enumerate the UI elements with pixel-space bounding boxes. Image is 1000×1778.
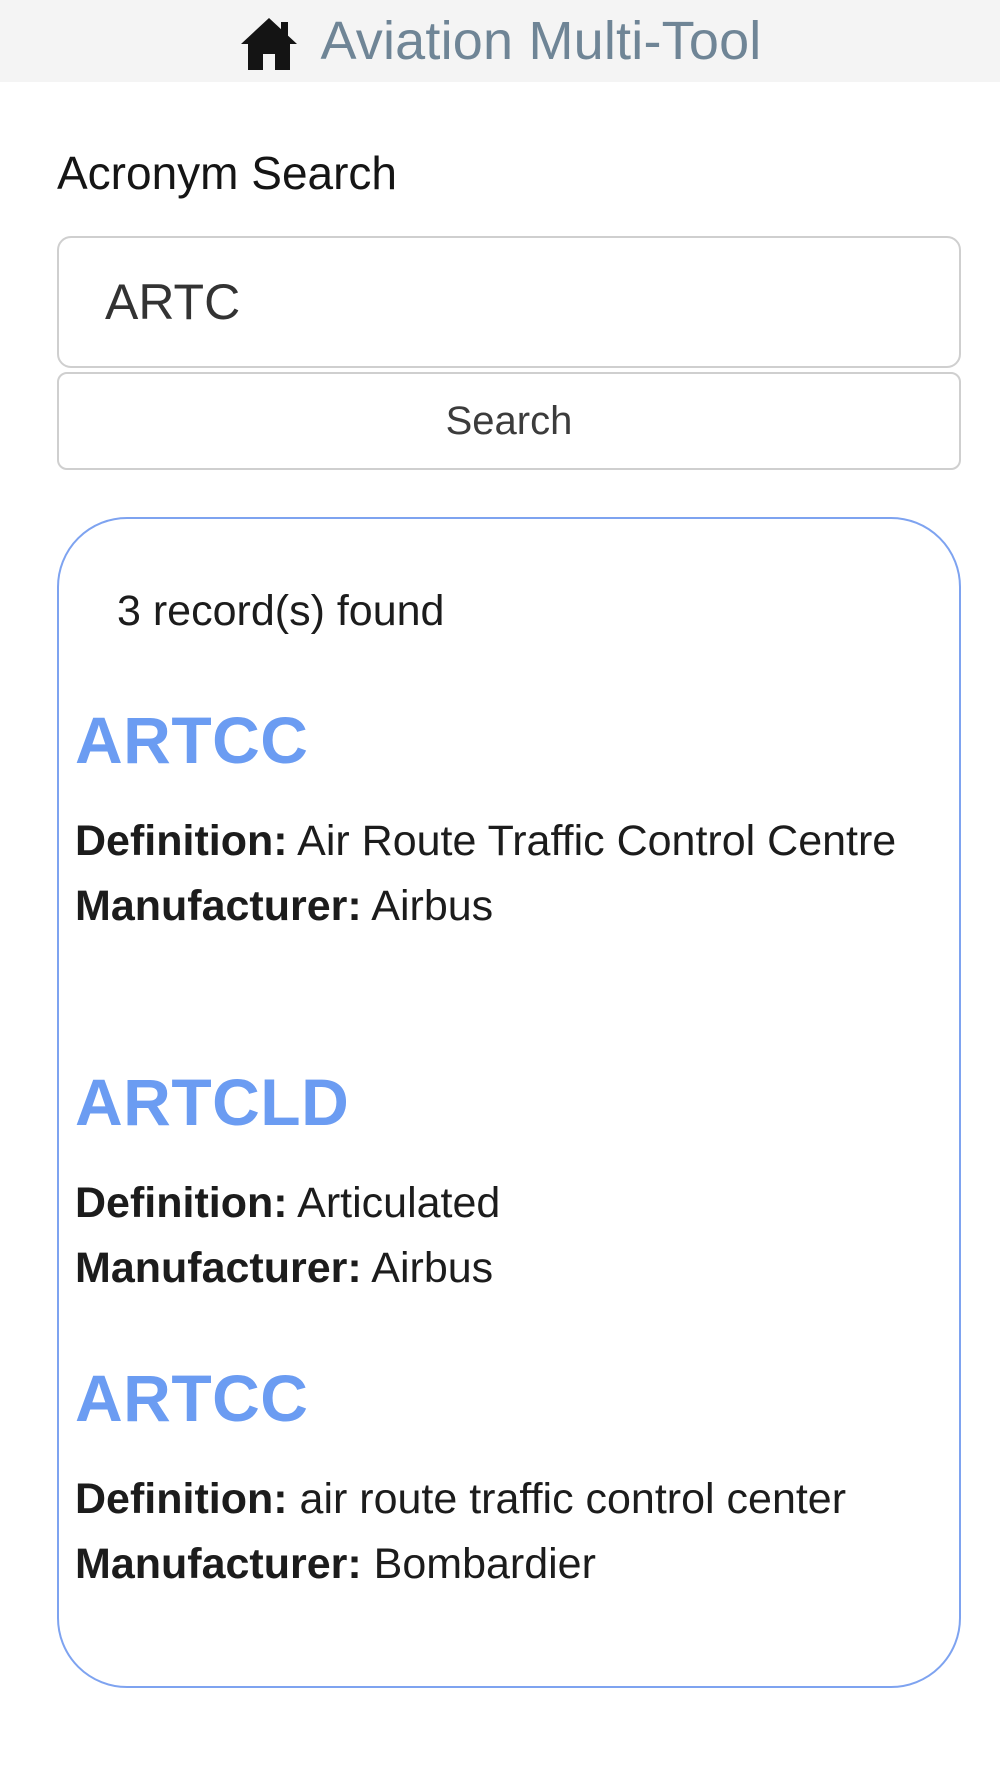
definition-label: Definition: [75,1179,288,1227]
manufacturer-label: Manufacturer: [75,1244,362,1292]
result-manufacturer: Manufacturer: Airbus [75,1236,935,1301]
result-manufacturer: Manufacturer: Bombardier [75,1532,935,1597]
manufacturer-value: Airbus [371,882,494,930]
search-button[interactable]: Search [57,372,961,470]
result-item: ARTCC Definition: Air Route Traffic Cont… [75,707,935,939]
definition-label: Definition: [75,1475,288,1523]
definition-label: Definition: [75,817,288,865]
acronym-search-input[interactable] [57,236,961,368]
result-definition: Definition: air route traffic control ce… [75,1467,935,1532]
result-definition: Definition: Articulated [75,1171,935,1236]
result-item: ARTCC Definition: air route traffic cont… [75,1365,935,1597]
definition-value: Articulated [297,1179,501,1227]
home-icon[interactable] [239,16,299,72]
manufacturer-label: Manufacturer: [75,1540,362,1588]
results-card: 3 record(s) found ARTCC Definition: Air … [57,517,961,1688]
app-header: Aviation Multi-Tool [0,0,1000,82]
result-acronym: ARTCC [75,1361,309,1435]
result-acronym: ARTCC [75,703,309,777]
definition-value: Air Route Traffic Control Centre [297,817,897,865]
app-title[interactable]: Aviation Multi-Tool [321,10,762,72]
manufacturer-value: Airbus [371,1244,494,1292]
manufacturer-value: Bombardier [373,1540,596,1588]
section-title: Acronym Search [57,147,398,199]
manufacturer-label: Manufacturer: [75,882,362,930]
result-acronym: ARTCLD [75,1065,350,1139]
result-item: ARTCLD Definition: Articulated Manufactu… [75,1069,935,1301]
result-manufacturer: Manufacturer: Airbus [75,874,935,939]
result-definition: Definition: Air Route Traffic Control Ce… [75,809,935,874]
definition-value: air route traffic control center [299,1475,847,1523]
results-count: 3 record(s) found [117,587,445,635]
